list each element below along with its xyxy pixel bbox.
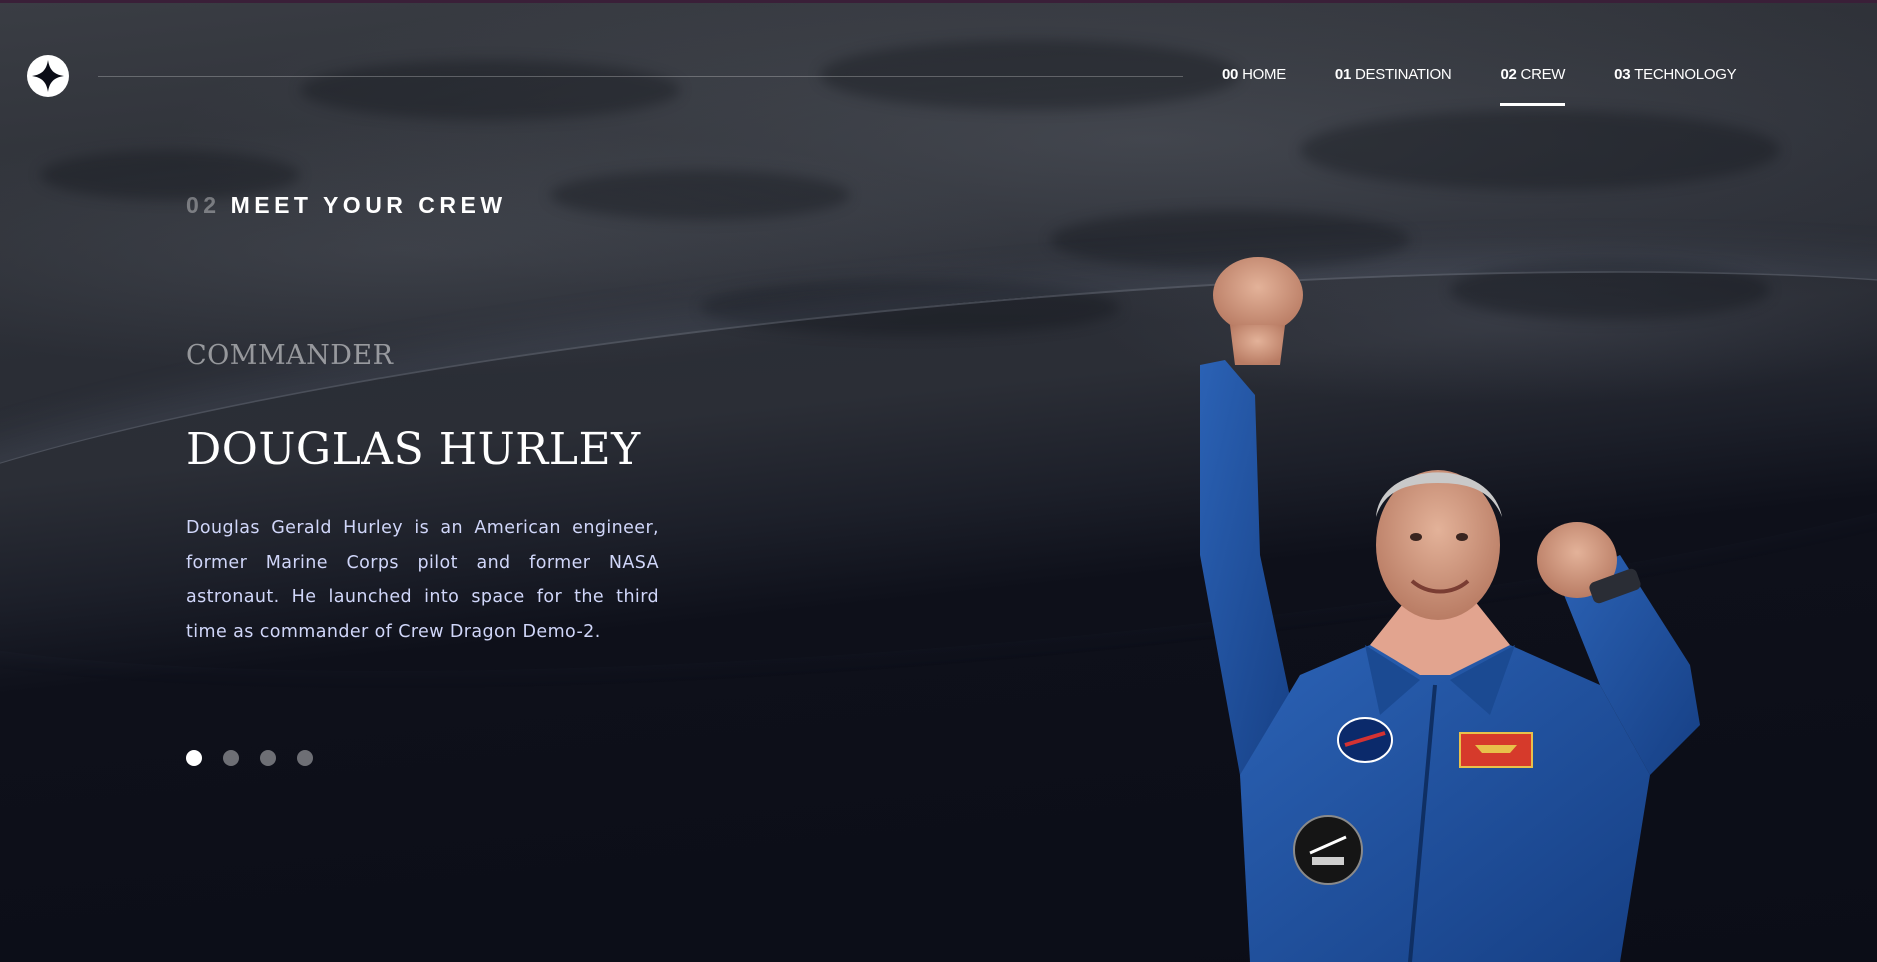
star-logo-icon[interactable] xyxy=(27,55,69,97)
crew-carousel-dots xyxy=(186,750,334,766)
nav-technology[interactable]: 03 TECHNOLOGY xyxy=(1614,63,1736,85)
nav-crew-label: CREW xyxy=(1520,65,1566,83)
nav-crew-number: 02 xyxy=(1500,65,1517,83)
nav-destination-label: DESTINATION xyxy=(1355,65,1452,83)
nav-home-label: HOME xyxy=(1242,65,1286,83)
nav-technology-number: 03 xyxy=(1614,65,1631,83)
section-title: 02 MEET YOUR CREW xyxy=(186,192,507,219)
top-border xyxy=(0,0,1877,3)
crew-portrait-image xyxy=(1200,257,1700,962)
crew-page: 00 HOME 01 DESTINATION 02 CREW 03 TECHNO… xyxy=(0,0,1877,962)
carousel-dot-3[interactable] xyxy=(260,750,276,766)
nav-crew[interactable]: 02 CREW xyxy=(1500,63,1566,106)
nav-destination-number: 01 xyxy=(1334,65,1351,83)
section-number: 02 xyxy=(186,192,221,218)
nav-home[interactable]: 00 HOME xyxy=(1222,63,1286,85)
nav-technology-label: TECHNOLOGY xyxy=(1634,65,1737,83)
carousel-dot-1[interactable] xyxy=(186,750,202,766)
header-divider xyxy=(98,76,1183,77)
carousel-dot-4[interactable] xyxy=(297,750,313,766)
nav-home-number: 00 xyxy=(1222,65,1239,83)
crew-bio: Douglas Gerald Hurley is an American eng… xyxy=(186,518,659,642)
main-nav: 00 HOME 01 DESTINATION 02 CREW 03 TECHNO… xyxy=(1222,63,1737,106)
nav-destination[interactable]: 01 DESTINATION xyxy=(1335,63,1452,85)
carousel-dot-2[interactable] xyxy=(223,750,239,766)
crew-role: COMMANDER xyxy=(186,340,394,371)
section-heading: MEET YOUR CREW xyxy=(230,192,507,218)
crew-name: DOUGLAS HURLEY xyxy=(186,424,641,475)
